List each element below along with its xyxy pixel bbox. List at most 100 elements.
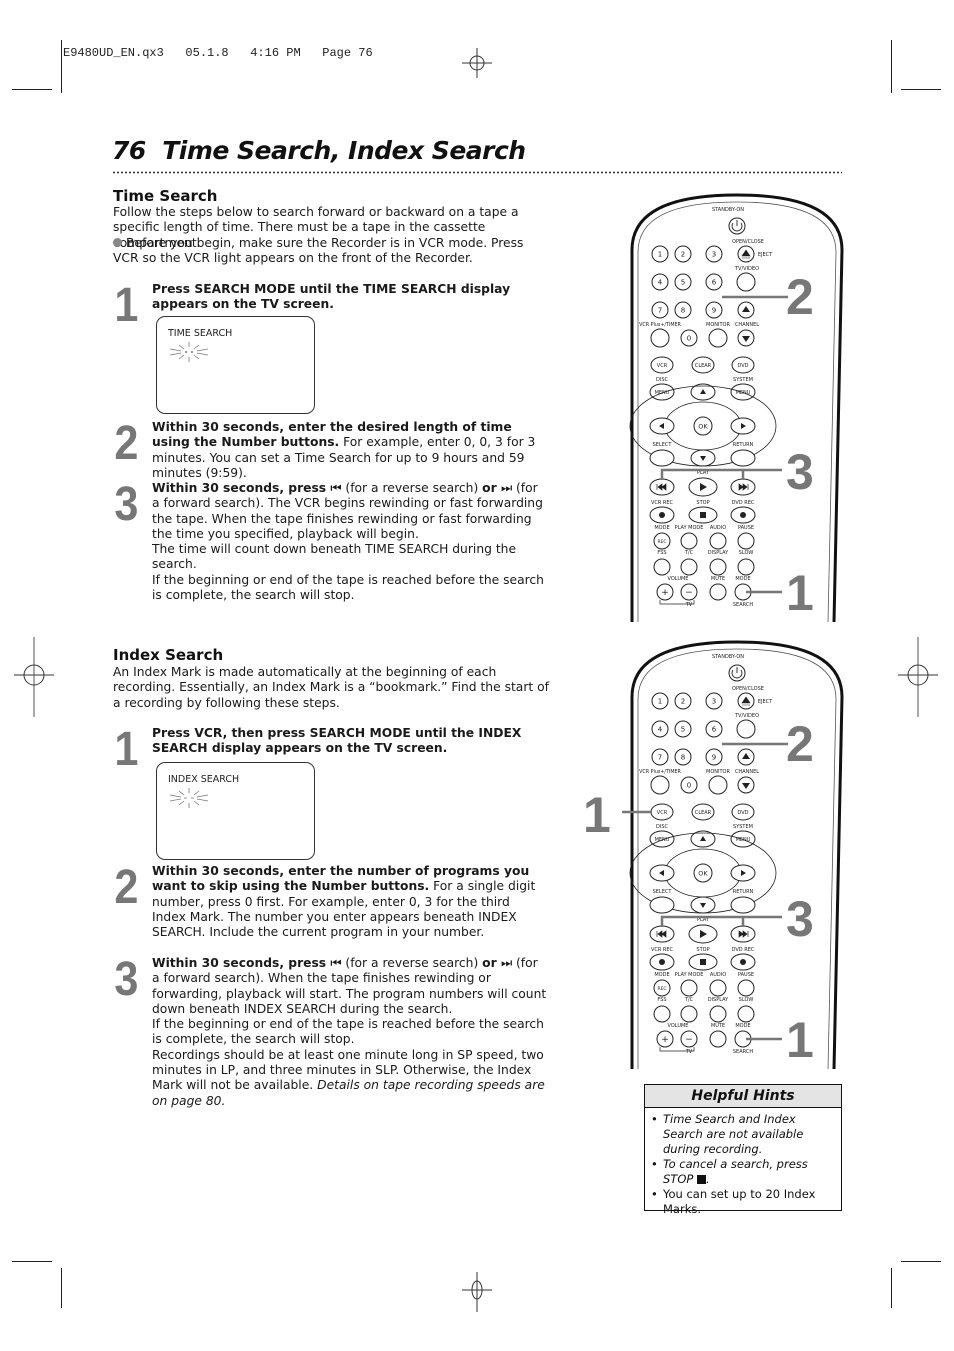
tc-button[interactable] — [680, 1005, 698, 1023]
vcrplus-button[interactable] — [650, 775, 670, 795]
rec-mode-button[interactable]: REC — [653, 532, 671, 550]
title-divider — [112, 171, 842, 174]
number-button-1[interactable]: 1 — [651, 692, 669, 710]
display-button[interactable] — [709, 558, 727, 576]
ok-button[interactable]: OK — [693, 416, 713, 436]
crop-mark — [12, 1261, 52, 1262]
pause-button[interactable] — [737, 532, 755, 550]
system-menu-button[interactable]: MENU — [730, 383, 756, 401]
ok-button[interactable]: OK — [693, 863, 713, 883]
vcr-button[interactable]: VCR — [650, 356, 674, 374]
disc-menu-button[interactable]: MENU — [649, 383, 675, 401]
crop-mark — [891, 40, 892, 93]
button-ring — [709, 532, 727, 550]
select-label: SELECT — [653, 442, 673, 448]
blinking-time-icon — [169, 342, 209, 362]
mute-button[interactable] — [709, 1030, 727, 1048]
callout-number: 1 — [786, 1012, 814, 1068]
number-button-2[interactable]: 2 — [674, 245, 692, 263]
button-label: CLEAR — [695, 810, 712, 816]
print-slug: E9480UD_EN.qx3 05.1.8 4:16 PM Page 76 — [63, 46, 373, 60]
step-number: 2 — [114, 861, 139, 914]
monitor-button[interactable] — [708, 775, 728, 795]
number-button-5[interactable]: 5 — [674, 273, 692, 291]
disc-menu-button[interactable]: MENU — [649, 830, 675, 848]
select-button[interactable] — [649, 449, 675, 467]
number-button-6[interactable]: 6 — [705, 273, 723, 291]
number-button-7[interactable]: 7 — [651, 301, 669, 319]
number-button-3[interactable]: 3 — [705, 692, 723, 710]
number-button-0[interactable]: 0 — [680, 776, 698, 794]
slow-button[interactable] — [737, 558, 755, 576]
system-menu-button[interactable]: MENU — [730, 830, 756, 848]
display-button[interactable] — [709, 1005, 727, 1023]
play-mode-button[interactable] — [680, 532, 698, 550]
vcrplus-button[interactable] — [650, 328, 670, 348]
record-icon — [740, 959, 746, 965]
button-label: 0 — [687, 782, 691, 790]
button-label: DVD — [737, 810, 748, 816]
button-caption: PAUSE — [738, 972, 754, 978]
tvvideo-button[interactable] — [736, 719, 756, 739]
button-label: OK — [698, 870, 708, 878]
audio-button[interactable] — [709, 532, 727, 550]
button-caption: AUDIO — [710, 525, 726, 531]
volume-label: VOLUME — [668, 1023, 689, 1029]
number-button-8[interactable]: 8 — [674, 748, 692, 766]
fss-button[interactable] — [653, 558, 671, 576]
button-label: 0 — [687, 335, 691, 343]
return-button[interactable] — [730, 896, 756, 914]
audio-button[interactable] — [709, 979, 727, 997]
crop-mark — [901, 1261, 941, 1262]
crop-mark — [61, 1268, 62, 1308]
clear-button[interactable]: CLEAR — [691, 356, 715, 374]
tvvideo-button[interactable] — [736, 272, 756, 292]
button-label: 7 — [658, 754, 662, 762]
step-number: 3 — [114, 478, 139, 531]
blinking-index-icon — [169, 788, 209, 808]
number-button-0[interactable]: 0 — [680, 329, 698, 347]
dvd-button[interactable]: DVD — [731, 803, 755, 821]
rec-mode-button[interactable]: REC — [653, 979, 671, 997]
fss-button[interactable] — [653, 1005, 671, 1023]
minus-icon: − — [685, 588, 693, 598]
number-button-5[interactable]: 5 — [674, 720, 692, 738]
button-label: 4 — [658, 726, 663, 734]
tvvideo-label: TV/VIDEO — [734, 713, 759, 719]
number-button-8[interactable]: 8 — [674, 301, 692, 319]
button-caption: DISPLAY — [708, 550, 729, 556]
number-button-6[interactable]: 6 — [705, 720, 723, 738]
select-button[interactable] — [649, 896, 675, 914]
system-label: SYSTEM — [733, 824, 753, 830]
number-button-4[interactable]: 4 — [651, 273, 669, 291]
slow-button[interactable] — [737, 1005, 755, 1023]
number-button-4[interactable]: 4 — [651, 720, 669, 738]
button-ring — [737, 979, 755, 997]
reverse-skip-icon: ⏮ — [330, 956, 342, 970]
clear-button[interactable]: CLEAR — [691, 803, 715, 821]
number-button-9[interactable]: 9 — [705, 748, 723, 766]
vcr-button[interactable]: VCR — [650, 803, 674, 821]
button-label: 2 — [681, 251, 685, 259]
registration-mark-icon — [462, 1272, 492, 1312]
button-label: 1 — [658, 251, 662, 259]
mute-button[interactable] — [709, 583, 727, 601]
number-button-7[interactable]: 7 — [651, 748, 669, 766]
monitor-button[interactable] — [708, 328, 728, 348]
dvdrec-label: DVD REC — [732, 947, 755, 953]
play-mode-button[interactable] — [680, 979, 698, 997]
number-button-3[interactable]: 3 — [705, 245, 723, 263]
number-button-9[interactable]: 9 — [705, 301, 723, 319]
pause-button[interactable] — [737, 979, 755, 997]
number-button-2[interactable]: 2 — [674, 692, 692, 710]
number-button-1[interactable]: 1 — [651, 245, 669, 263]
return-button[interactable] — [730, 449, 756, 467]
callout-number: 3 — [786, 891, 814, 947]
stop-icon — [700, 959, 706, 965]
tc-button[interactable] — [680, 558, 698, 576]
button-caption: T/C — [684, 997, 694, 1003]
button-ring — [709, 1005, 727, 1023]
dvd-button[interactable]: DVD — [731, 356, 755, 374]
button-ring — [653, 558, 671, 576]
crop-mark — [12, 89, 52, 90]
